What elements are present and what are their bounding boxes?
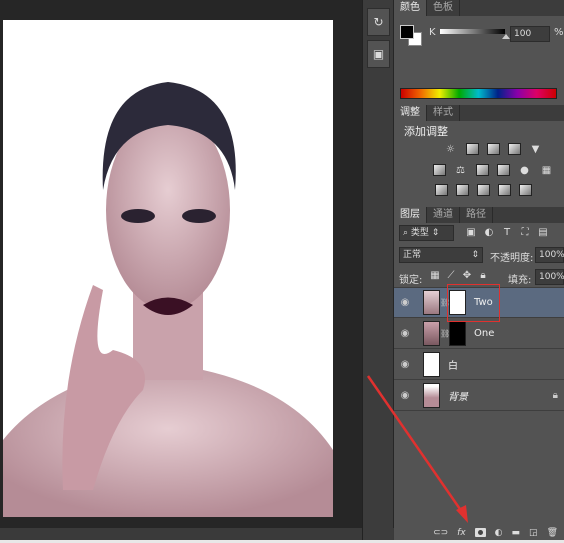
annotation-arrow [366,375,468,523]
foreground-color[interactable] [400,25,414,39]
